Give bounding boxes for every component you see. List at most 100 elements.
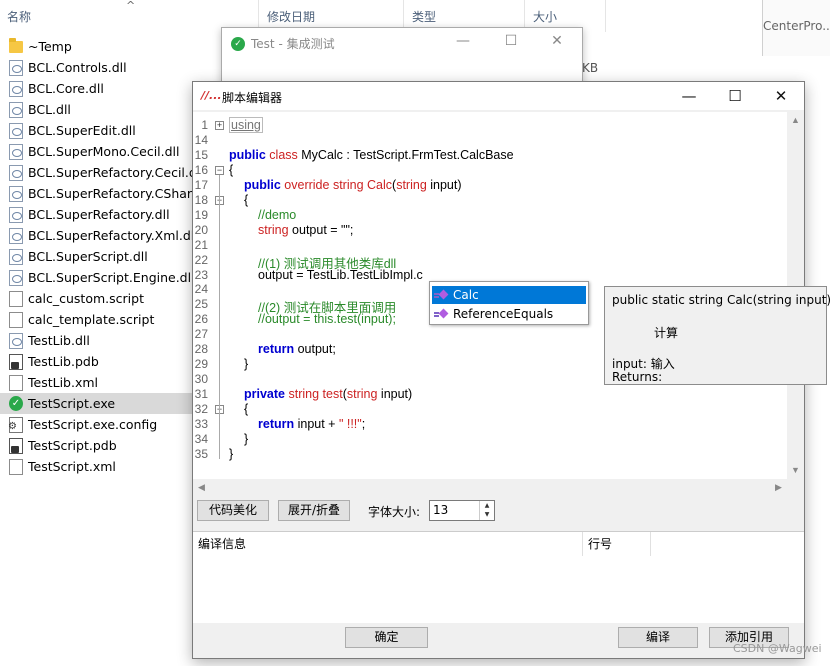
scroll-left-icon[interactable]: ◀ xyxy=(193,479,210,496)
expand-icon[interactable]: + xyxy=(215,121,224,130)
file-row[interactable]: TestLib.pdb xyxy=(0,351,192,372)
scroll-up-icon[interactable]: ▲ xyxy=(787,112,804,129)
autocomplete-popup[interactable]: Calc ReferenceEquals xyxy=(429,281,589,325)
file-row[interactable]: BCL.SuperRefactory.Cecil.dll xyxy=(0,162,192,183)
code-line[interactable]: string output = ""; xyxy=(258,223,353,237)
file-row[interactable]: BCL.dll xyxy=(0,99,192,120)
code-line[interactable]: using xyxy=(229,117,263,133)
close-icon[interactable]: ✕ xyxy=(548,33,566,49)
font-size-value[interactable]: 13 xyxy=(433,503,448,517)
test-window[interactable]: ✓ Test - 集成测试 — ☐ ✕ xyxy=(221,27,583,87)
code-line[interactable]: } xyxy=(244,357,248,371)
horizontal-scrollbar[interactable]: ◀ ▶ xyxy=(193,479,787,496)
close-button[interactable]: ✕ xyxy=(758,82,804,110)
side-panel-text: CenterPro... xyxy=(763,19,830,33)
autocomplete-item[interactable]: ReferenceEquals xyxy=(432,305,586,323)
tooltip-returns: Returns: xyxy=(612,370,663,384)
document-icon xyxy=(9,374,23,391)
line-number: 31 xyxy=(194,387,208,402)
file-name: BCL.SuperScript.Engine.dll xyxy=(28,270,192,285)
line-number: 25 xyxy=(194,297,208,312)
dll-file-icon xyxy=(9,143,23,160)
file-row[interactable]: BCL.SuperScript.Engine.dll xyxy=(0,267,192,288)
code-line[interactable]: { xyxy=(229,163,233,177)
file-row[interactable]: BCL.SuperRefactory.dll xyxy=(0,204,192,225)
line-number-header[interactable]: 行号 xyxy=(583,532,651,556)
file-row[interactable]: BCL.Core.dll xyxy=(0,78,192,99)
spinner-arrows[interactable]: ▲ ▼ xyxy=(479,501,494,520)
file-row[interactable]: BCL.SuperMono.Cecil.dll xyxy=(0,141,192,162)
file-row[interactable]: BCL.SuperRefactory.CSharp.dll xyxy=(0,183,192,204)
file-row[interactable]: ✓ TestScript.exe xyxy=(0,393,192,414)
spin-up-icon[interactable]: ▲ xyxy=(480,501,494,510)
code-line[interactable]: //demo xyxy=(258,208,296,222)
line-number: 14 xyxy=(194,132,208,147)
method-icon xyxy=(434,309,449,320)
line-number: 21 xyxy=(194,237,208,252)
file-name: calc_template.script xyxy=(28,312,155,327)
file-row[interactable]: BCL.SuperRefactory.Xml.dll xyxy=(0,225,192,246)
compile-info-grid[interactable]: 编译信息 行号 xyxy=(193,531,804,623)
collapse-icon[interactable]: − xyxy=(215,165,224,175)
maximize-button[interactable]: ☐ xyxy=(712,82,758,110)
file-row[interactable]: ~Temp xyxy=(0,36,192,57)
file-name: BCL.SuperRefactory.dll xyxy=(28,207,170,222)
config-file-icon xyxy=(8,416,23,433)
code-line[interactable]: } xyxy=(244,432,248,446)
fold-guide xyxy=(219,174,220,459)
file-name: TestLib.xml xyxy=(28,375,99,390)
file-row[interactable]: TestScript.exe.config xyxy=(0,414,192,435)
code-line[interactable]: public override string Calc(string input… xyxy=(244,178,462,192)
code-line[interactable]: private string test(string input) xyxy=(244,387,412,401)
dll-file-icon xyxy=(9,332,23,349)
file-row[interactable]: BCL.Controls.dll xyxy=(0,57,192,78)
scroll-down-icon[interactable]: ▼ xyxy=(787,462,804,479)
file-row[interactable]: BCL.SuperScript.dll xyxy=(0,246,192,267)
file-row[interactable]: calc_custom.script xyxy=(0,288,192,309)
scroll-right-icon[interactable]: ▶ xyxy=(770,479,787,496)
watermark: CSDN @Wagwei xyxy=(733,642,822,655)
file-row[interactable]: TestLib.dll xyxy=(0,330,192,351)
file-row[interactable]: calc_template.script xyxy=(0,309,192,330)
code-line[interactable]: return input + " !!!"; xyxy=(258,417,365,431)
line-number: 1 xyxy=(201,118,208,132)
file-name: BCL.SuperRefactory.Xml.dll xyxy=(28,228,192,243)
editor-titlebar[interactable]: //... 脚本编辑器 — ☐ ✕ xyxy=(193,82,804,110)
line-number: 19 xyxy=(194,207,208,222)
font-size-spinner[interactable]: 13 ▲ ▼ xyxy=(429,500,495,521)
tooltip-summary: 计算 xyxy=(654,326,679,340)
autocomplete-item[interactable]: Calc xyxy=(432,286,586,304)
maximize-icon[interactable]: ☐ xyxy=(502,33,520,49)
compile-info-header[interactable]: 编译信息 xyxy=(193,532,583,556)
code-line[interactable]: { xyxy=(244,402,248,416)
file-row[interactable]: TestLib.xml xyxy=(0,372,192,393)
line-number: 24 xyxy=(194,282,208,297)
file-row[interactable]: TestScript.xml xyxy=(0,456,192,477)
code-line[interactable]: output = TestLib.TestLibImpl.c xyxy=(258,268,423,282)
autocomplete-item-label: Calc xyxy=(453,288,479,302)
minimize-icon[interactable]: — xyxy=(454,33,472,49)
minimize-button[interactable]: — xyxy=(666,82,712,110)
expand-collapse-button[interactable]: 展开/折叠 xyxy=(278,500,350,521)
compile-button[interactable]: 编译 xyxy=(618,627,698,648)
dll-file-icon xyxy=(9,164,23,181)
spin-down-icon[interactable]: ▼ xyxy=(480,510,494,519)
file-name: TestScript.pdb xyxy=(28,438,117,453)
file-row[interactable]: BCL.SuperEdit.dll xyxy=(0,120,192,141)
line-number: 17 xyxy=(194,177,208,192)
beautify-code-button[interactable]: 代码美化 xyxy=(197,500,269,521)
file-name: TestScript.exe.config xyxy=(28,417,158,432)
document-icon xyxy=(9,458,23,475)
code-line[interactable]: public class MyCalc : TestScript.FrmTest… xyxy=(229,148,514,162)
file-name: calc_custom.script xyxy=(28,291,144,306)
dll-file-icon xyxy=(9,206,23,223)
exe-check-icon: ✓ xyxy=(9,396,23,411)
file-list: ~Temp BCL.Controls.dll BCL.Core.dll BCL.dll… xyxy=(0,36,192,477)
code-line[interactable]: } xyxy=(229,447,233,461)
line-number: 32 xyxy=(194,402,208,417)
code-line[interactable]: return output; xyxy=(258,342,336,356)
code-line[interactable]: { xyxy=(244,193,248,207)
code-line[interactable]: //output = this.test(input); xyxy=(258,312,396,326)
file-row[interactable]: TestScript.pdb xyxy=(0,435,192,456)
ok-button[interactable]: 确定 xyxy=(345,627,428,648)
